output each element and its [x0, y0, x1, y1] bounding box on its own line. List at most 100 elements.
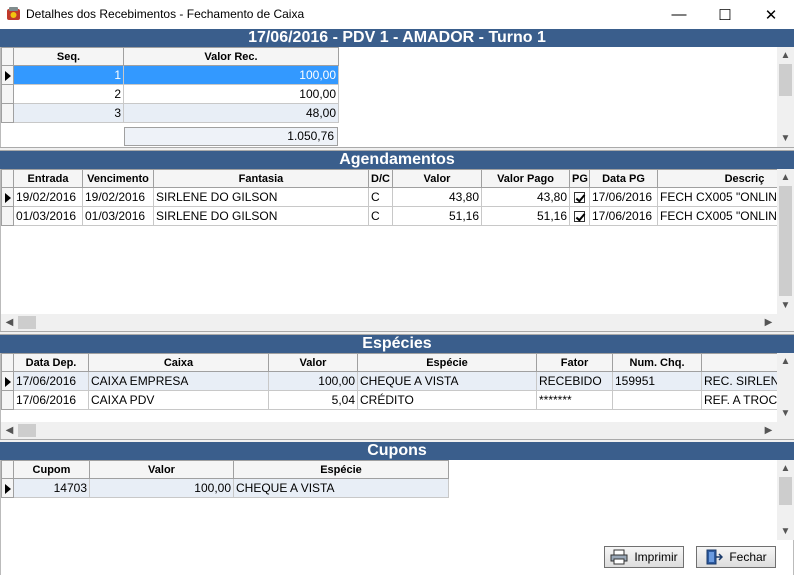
cell-data-pg[interactable]: 17/06/2016 — [589, 206, 658, 226]
cell-data-dep[interactable]: 17/06/2016 — [13, 390, 89, 410]
column-header-descricao[interactable]: Descriç — [657, 169, 777, 188]
scroll-right-icon[interactable]: ▶ — [760, 422, 777, 439]
cell-obs[interactable]: REF. A TROCO — [701, 390, 777, 410]
vertical-scrollbar[interactable]: ▲ ▼ — [777, 353, 794, 422]
column-header-fator[interactable]: Fator — [536, 353, 613, 372]
cell-pg[interactable] — [569, 206, 590, 226]
cell-valor-pago[interactable]: 43,80 — [481, 187, 570, 207]
column-header-data-pg[interactable]: Data PG — [589, 169, 658, 188]
column-header-caixa[interactable]: Caixa — [88, 353, 269, 372]
scroll-down-icon[interactable]: ▼ — [777, 405, 794, 422]
column-header-valor-pago[interactable]: Valor Pago — [481, 169, 570, 188]
column-header-valor-rec[interactable]: Valor Rec. — [123, 47, 339, 66]
cell-especie[interactable]: CHEQUE A VISTA — [233, 478, 449, 498]
column-header-pg[interactable]: PG — [569, 169, 590, 188]
table-row[interactable]: 19/02/2016 19/02/2016 SIRLENE DO GILSON … — [1, 187, 777, 207]
table-row[interactable]: 14703 100,00 CHEQUE A VISTA — [1, 478, 449, 498]
cell-valor[interactable]: 48,00 — [123, 103, 339, 123]
cell-dc[interactable]: C — [368, 187, 393, 207]
scroll-left-icon[interactable]: ◀ — [1, 422, 18, 439]
scroll-up-icon[interactable]: ▲ — [777, 169, 794, 186]
table-row[interactable]: 17/06/2016 CAIXA EMPRESA 100,00 CHEQUE A… — [1, 371, 777, 391]
cell-valor[interactable]: 100,00 — [123, 65, 339, 85]
column-header-especie[interactable]: Espécie — [233, 460, 449, 479]
close-button[interactable]: ✕ — [748, 0, 794, 29]
scroll-down-icon[interactable]: ▼ — [777, 523, 794, 540]
scroll-thumb[interactable] — [18, 424, 36, 437]
cell-data-dep[interactable]: 17/06/2016 — [13, 371, 89, 391]
pg-checkbox[interactable] — [574, 211, 585, 223]
minimize-button[interactable]: — — [656, 0, 702, 29]
cell-dc[interactable]: C — [368, 206, 393, 226]
cell-seq[interactable]: 3 — [13, 103, 124, 123]
cell-caixa[interactable]: CAIXA PDV — [88, 390, 269, 410]
horizontal-scrollbar[interactable]: ◀ ▶ — [1, 314, 777, 331]
fechar-button[interactable]: Fechar — [696, 546, 776, 568]
scroll-thumb[interactable] — [779, 477, 792, 505]
cell-fator[interactable]: ******* — [536, 390, 613, 410]
cell-valor[interactable]: 100,00 — [268, 371, 358, 391]
cell-fator[interactable]: RECEBIDO — [536, 371, 613, 391]
column-header-valor[interactable]: Valor — [392, 169, 482, 188]
cell-seq[interactable]: 1 — [13, 65, 124, 85]
scroll-up-icon[interactable]: ▲ — [777, 353, 794, 370]
cell-valor[interactable]: 43,80 — [392, 187, 482, 207]
table-row[interactable]: 1 100,00 — [1, 65, 339, 85]
cell-valor[interactable]: 5,04 — [268, 390, 358, 410]
cell-entrada[interactable]: 01/03/2016 — [13, 206, 83, 226]
scroll-thumb[interactable] — [18, 316, 36, 329]
scroll-down-icon[interactable]: ▼ — [777, 130, 794, 147]
scroll-up-icon[interactable]: ▲ — [777, 47, 794, 64]
scroll-down-icon[interactable]: ▼ — [777, 297, 794, 314]
scroll-thumb[interactable] — [779, 64, 792, 96]
horizontal-scrollbar[interactable]: ◀ ▶ — [1, 422, 777, 439]
cell-obs[interactable]: REC. SIRLEN — [701, 371, 777, 391]
column-header-vencimento[interactable]: Vencimento — [82, 169, 154, 188]
cell-entrada[interactable]: 19/02/2016 — [13, 187, 83, 207]
cell-descricao[interactable]: FECH CX005 "ONLIN — [657, 187, 777, 207]
vertical-scrollbar[interactable]: ▲ ▼ — [777, 460, 794, 540]
cell-cupom[interactable]: 14703 — [13, 478, 90, 498]
pg-checkbox[interactable] — [574, 192, 585, 204]
scroll-thumb[interactable] — [779, 186, 792, 296]
scroll-right-icon[interactable]: ▶ — [760, 314, 777, 331]
cell-vencimento[interactable]: 01/03/2016 — [82, 206, 154, 226]
cell-descricao[interactable]: FECH CX005 "ONLIN — [657, 206, 777, 226]
column-header-dc[interactable]: D/C — [368, 169, 393, 188]
cell-fantasia[interactable]: SIRLENE DO GILSON — [153, 187, 369, 207]
cell-seq[interactable]: 2 — [13, 84, 124, 104]
table-row[interactable]: 2 100,00 — [1, 84, 339, 104]
cell-especie[interactable]: CHEQUE A VISTA — [357, 371, 537, 391]
cell-valor[interactable]: 51,16 — [392, 206, 482, 226]
column-header-num-chq[interactable]: Num. Chq. — [612, 353, 702, 372]
cell-fantasia[interactable]: SIRLENE DO GILSON — [153, 206, 369, 226]
maximize-button[interactable]: ☐ — [702, 0, 748, 29]
table-row[interactable]: 17/06/2016 CAIXA PDV 5,04 CRÉDITO ******… — [1, 390, 777, 410]
cell-valor[interactable]: 100,00 — [123, 84, 339, 104]
table-row[interactable]: 01/03/2016 01/03/2016 SIRLENE DO GILSON … — [1, 206, 777, 226]
cell-caixa[interactable]: CAIXA EMPRESA — [88, 371, 269, 391]
column-header-entrada[interactable]: Entrada — [13, 169, 83, 188]
scroll-up-icon[interactable]: ▲ — [777, 460, 794, 477]
cell-vencimento[interactable]: 19/02/2016 — [82, 187, 154, 207]
table-row[interactable]: 3 48,00 — [1, 103, 339, 123]
cell-data-pg[interactable]: 17/06/2016 — [589, 187, 658, 207]
cell-num-chq[interactable] — [612, 390, 702, 410]
cell-pg[interactable] — [569, 187, 590, 207]
cell-especie[interactable]: CRÉDITO — [357, 390, 537, 410]
column-header-fantasia[interactable]: Fantasia — [153, 169, 369, 188]
cell-num-chq[interactable]: 159951 — [612, 371, 702, 391]
column-header-obs[interactable] — [701, 353, 777, 372]
imprimir-button[interactable]: Imprimir — [604, 546, 684, 568]
cell-valor-pago[interactable]: 51,16 — [481, 206, 570, 226]
column-header-seq[interactable]: Seq. — [13, 47, 124, 66]
column-header-data-dep[interactable]: Data Dep. — [13, 353, 89, 372]
column-header-valor[interactable]: Valor — [268, 353, 358, 372]
column-header-valor[interactable]: Valor — [89, 460, 234, 479]
scroll-left-icon[interactable]: ◀ — [1, 314, 18, 331]
vertical-scrollbar[interactable]: ▲ ▼ — [777, 47, 794, 147]
cell-valor[interactable]: 100,00 — [89, 478, 234, 498]
vertical-scrollbar[interactable]: ▲ ▼ — [777, 169, 794, 314]
column-header-especie[interactable]: Espécie — [357, 353, 537, 372]
column-header-cupom[interactable]: Cupom — [13, 460, 90, 479]
